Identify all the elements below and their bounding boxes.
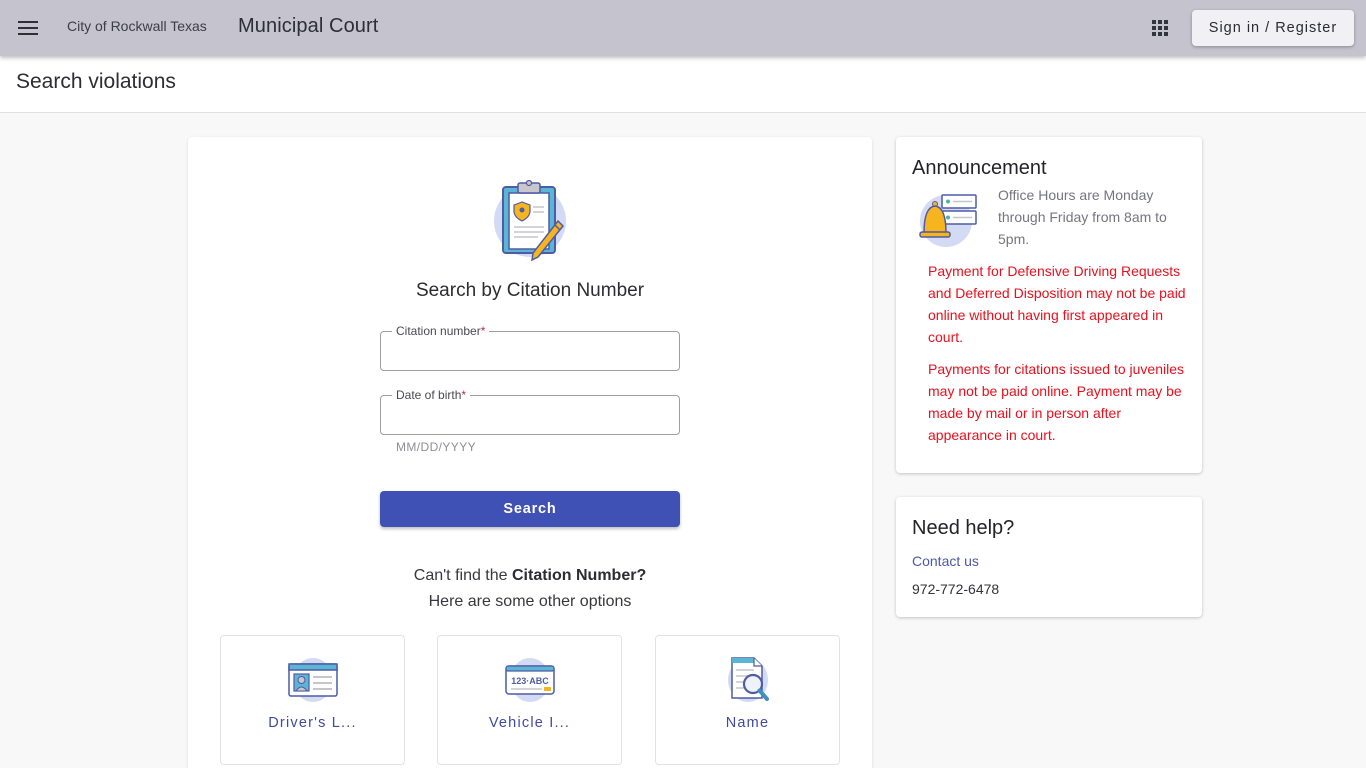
citation-search-card: Search by Citation Number Citation numbe…	[188, 137, 872, 768]
option-name[interactable]: Name	[655, 635, 840, 765]
option-label: Name	[725, 715, 770, 731]
announcement-title: Announcement	[912, 157, 1047, 179]
date-of-birth-label: Date of birth*	[392, 388, 471, 402]
date-of-birth-field[interactable]: Date of birth*	[380, 388, 680, 435]
citation-number-field[interactable]: Citation number*	[380, 324, 680, 371]
phone-number: 972-772-6478	[912, 581, 1000, 597]
svg-text:123·ABC: 123·ABC	[511, 676, 549, 686]
option-label: Driver's L...	[268, 715, 357, 731]
apps-grid-icon	[1152, 20, 1168, 36]
hamburger-menu-icon	[18, 21, 38, 35]
option-drivers-license[interactable]: Driver's L...	[220, 635, 405, 765]
defensive-driving-notice: Payment for Defensive Driving Requests a…	[928, 263, 1186, 345]
juvenile-payment-notice: Payments for citations issued to juvenil…	[928, 361, 1185, 443]
option-label: Vehicle I...	[488, 715, 571, 731]
date-format-hint: MM/DD/YYYY	[396, 440, 477, 454]
citation-number-label: Citation number*	[392, 324, 490, 338]
license-plate-icon: 123·ABC	[505, 658, 555, 702]
option-vehicle[interactable]: 123·ABC Vehicle I...	[437, 635, 622, 765]
page-title: Search violations	[16, 70, 176, 93]
app-title[interactable]: Municipal Court	[238, 15, 378, 38]
search-heading: Search by Citation Number	[415, 280, 645, 301]
office-hours-text: Office Hours are Monday through Friday f…	[998, 187, 1167, 247]
drivers-license-icon	[288, 658, 338, 702]
need-help-title: Need help?	[912, 517, 1015, 539]
bell-notification-icon	[919, 194, 977, 247]
search-button[interactable]: Search	[380, 491, 680, 527]
contact-us-link[interactable]: Contact us	[912, 553, 979, 569]
sign-in-register-button[interactable]: Sign in / Register	[1192, 10, 1354, 46]
announcement-card: Announcement Office Hours are Monday thr…	[896, 137, 1202, 473]
need-help-card: Need help? Contact us 972-772-6478	[896, 497, 1202, 617]
search-options: Driver's L... 123·ABC Vehicle I... Name	[220, 635, 840, 768]
clipboard-citation-icon	[494, 179, 566, 262]
apps-button[interactable]	[1144, 12, 1176, 44]
document-search-icon	[728, 657, 769, 702]
organization-name[interactable]: City of Rockwall Texas	[67, 18, 207, 34]
app-bar: City of Rockwall Texas Municipal Court S…	[0, 0, 1366, 56]
other-options-text: Can't find the Citation Number? Here are…	[413, 567, 647, 610]
menu-button[interactable]	[10, 10, 46, 46]
page-header: Search violations	[0, 56, 1366, 113]
